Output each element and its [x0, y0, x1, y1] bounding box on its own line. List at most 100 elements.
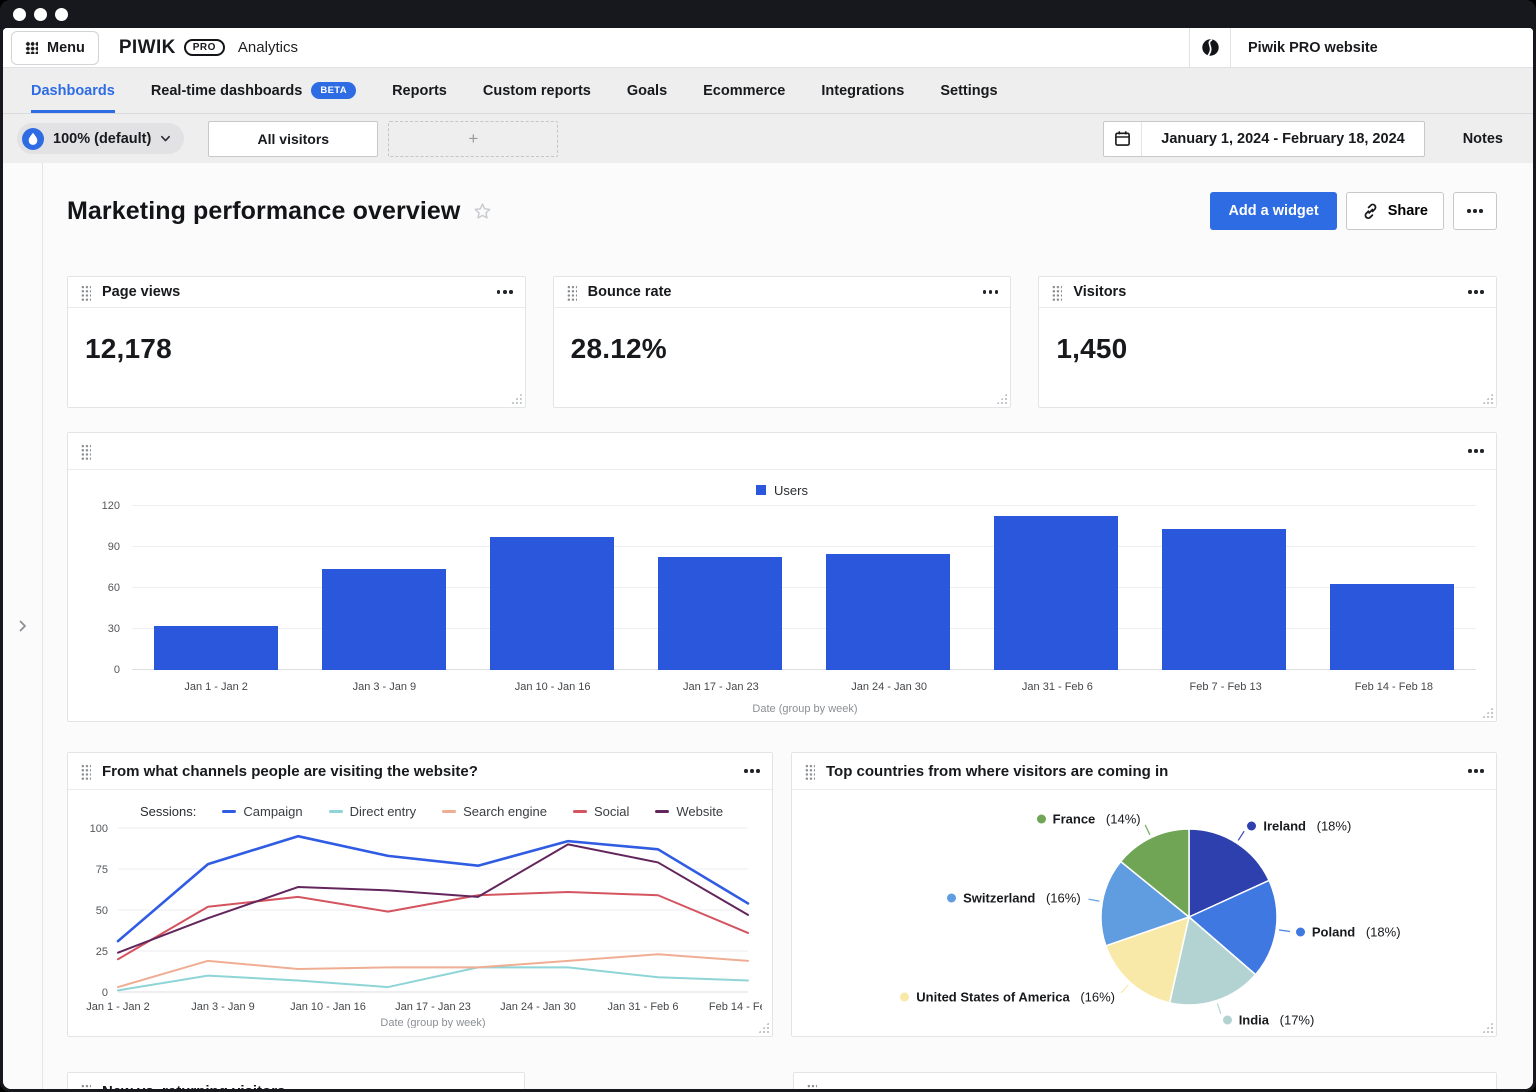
window-minimize-button[interactable]: [34, 8, 47, 21]
users-bar-chart-widget: Users 0306090120 Jan 1 - Jan 2Jan 3 - Ja…: [67, 432, 1497, 722]
svg-text:Date (group by week): Date (group by week): [380, 1017, 485, 1028]
dashboard-more-button[interactable]: [1453, 192, 1497, 230]
line-series-campaign[interactable]: [118, 836, 748, 941]
kpi-value: 1,450: [1056, 333, 1496, 365]
pie-label-poland: Poland (18%): [1296, 925, 1401, 940]
y-axis-tick: 30: [108, 623, 120, 635]
pie-label-india: India (17%): [1223, 1012, 1315, 1027]
resize-handle[interactable]: [511, 393, 522, 404]
bar[interactable]: [322, 569, 446, 670]
bar[interactable]: [658, 557, 782, 670]
line-series-direct-entry[interactable]: [118, 967, 748, 990]
window-close-button[interactable]: [13, 8, 26, 21]
widget-menu-button[interactable]: [744, 769, 760, 773]
drag-handle-icon[interactable]: [1051, 284, 1062, 301]
date-range-picker[interactable]: January 1, 2024 - February 18, 2024: [1103, 121, 1424, 157]
drag-handle-icon[interactable]: [806, 1083, 817, 1090]
tab-goals[interactable]: Goals: [627, 68, 667, 113]
bar-chart-legend[interactable]: Users: [86, 478, 1478, 502]
brand-logo: PIWIK PRO Analytics: [119, 37, 298, 59]
bar[interactable]: [1330, 584, 1454, 670]
resize-handle[interactable]: [1482, 393, 1493, 404]
bar-chart-plot: 0306090120: [132, 506, 1476, 670]
x-axis-tick: Jan 1 - Jan 2: [132, 681, 300, 693]
bar[interactable]: [994, 516, 1118, 670]
window-zoom-button[interactable]: [55, 8, 68, 21]
legend-swatch: [756, 485, 766, 495]
svg-text:Jan 31 - Feb 6: Jan 31 - Feb 6: [608, 1001, 679, 1013]
drag-handle-icon[interactable]: [804, 763, 815, 780]
calendar-icon: [1114, 130, 1131, 147]
kpi-title: Page views: [102, 284, 180, 300]
drag-handle-icon[interactable]: [80, 443, 91, 460]
drag-handle-icon[interactable]: [80, 763, 91, 780]
legend-item-website[interactable]: Website: [655, 804, 723, 819]
audience-filter-button[interactable]: All visitors: [208, 121, 378, 157]
svg-text:Jan 1 - Jan 2: Jan 1 - Jan 2: [86, 1001, 150, 1013]
x-axis-tick: Feb 14 - Feb 18: [1310, 681, 1478, 693]
segment-selector[interactable]: 100% (default): [17, 123, 184, 154]
share-button[interactable]: Share: [1346, 192, 1444, 230]
widget-menu-button[interactable]: [1468, 449, 1484, 453]
legend-swatch: [900, 993, 909, 1002]
bar[interactable]: [490, 537, 614, 670]
widget-title: Top countries from where visitors are co…: [826, 763, 1168, 780]
drag-handle-icon[interactable]: [80, 284, 91, 301]
pie-chart-plot: Ireland (18%)Poland (18%)India (17%)Unit…: [792, 790, 1496, 1036]
segment-droplet-icon: [22, 128, 44, 150]
legend-swatch: [1296, 928, 1305, 937]
notes-button[interactable]: Notes: [1463, 131, 1503, 147]
title-actions: Add a widget Share: [1210, 192, 1497, 230]
widget-menu-button[interactable]: [983, 290, 999, 294]
add-filter-button[interactable]: +: [388, 121, 558, 157]
favorite-star-icon[interactable]: [472, 201, 493, 222]
tab-dashboards[interactable]: Dashboards: [31, 68, 115, 113]
legend-item-social[interactable]: Social: [573, 804, 629, 819]
bar[interactable]: [1162, 529, 1286, 670]
widget-menu-button[interactable]: [1468, 769, 1484, 773]
widget-menu-button[interactable]: [1468, 290, 1484, 294]
site-name: Piwik PRO website: [1231, 28, 1378, 67]
brand-product: Analytics: [238, 39, 298, 56]
line-series-social[interactable]: [118, 892, 748, 959]
tab-custom-reports[interactable]: Custom reports: [483, 68, 591, 113]
svg-text:Jan 3 - Jan 9: Jan 3 - Jan 9: [191, 1001, 255, 1013]
tab-settings[interactable]: Settings: [940, 68, 997, 113]
pie-label-ireland: Ireland (18%): [1247, 819, 1351, 834]
drag-handle-icon[interactable]: [566, 284, 577, 301]
tab-ecommerce[interactable]: Ecommerce: [703, 68, 785, 113]
sidebar-expand-button[interactable]: [19, 620, 27, 632]
kpi-value: 28.12%: [571, 333, 1011, 365]
menu-label: Menu: [47, 40, 85, 56]
bottom-widgets-row: New vs. returning visitors: [67, 1072, 1497, 1089]
beta-badge: BETA: [311, 82, 356, 99]
legend-item-search-engine[interactable]: Search engine: [442, 804, 547, 819]
tab-real-time-dashboards[interactable]: Real-time dashboards BETA: [151, 68, 356, 113]
legend-item-direct-entry[interactable]: Direct entry: [329, 804, 416, 819]
channels-line-chart-widget: From what channels people are visiting t…: [67, 752, 773, 1037]
kpi-card-visitors: Visitors 1,450: [1038, 276, 1497, 408]
tab-integrations[interactable]: Integrations: [821, 68, 904, 113]
legend-swatch: [329, 810, 343, 813]
kpi-title: Visitors: [1073, 284, 1126, 300]
svg-text:Feb 14 - Feb 18: Feb 14 - Feb 18: [709, 1001, 762, 1013]
resize-handle[interactable]: [996, 393, 1007, 404]
bar[interactable]: [154, 626, 278, 670]
bar[interactable]: [826, 554, 950, 670]
menu-button[interactable]: Menu: [11, 31, 99, 65]
legend-item-campaign[interactable]: Campaign: [222, 804, 302, 819]
site-selector[interactable]: Piwik PRO website: [1189, 28, 1533, 67]
widget-title: From what channels people are visiting t…: [102, 763, 478, 780]
kpi-card-page-views: Page views 12,178: [67, 276, 526, 408]
tab-reports[interactable]: Reports: [392, 68, 447, 113]
kpi-card-bounce-rate: Bounce rate 28.12%: [553, 276, 1012, 408]
line-series-search-engine[interactable]: [118, 954, 748, 987]
charts-row: From what channels people are visiting t…: [67, 752, 1497, 1037]
x-axis-tick: Jan 17 - Jan 23: [637, 681, 805, 693]
add-widget-button[interactable]: Add a widget: [1210, 192, 1336, 230]
calendar-icon-box[interactable]: [1104, 122, 1142, 156]
y-axis-tick: 0: [114, 664, 120, 676]
drag-handle-icon[interactable]: [80, 1083, 91, 1090]
widget-menu-button[interactable]: [497, 290, 513, 294]
svg-text:100: 100: [90, 823, 108, 835]
